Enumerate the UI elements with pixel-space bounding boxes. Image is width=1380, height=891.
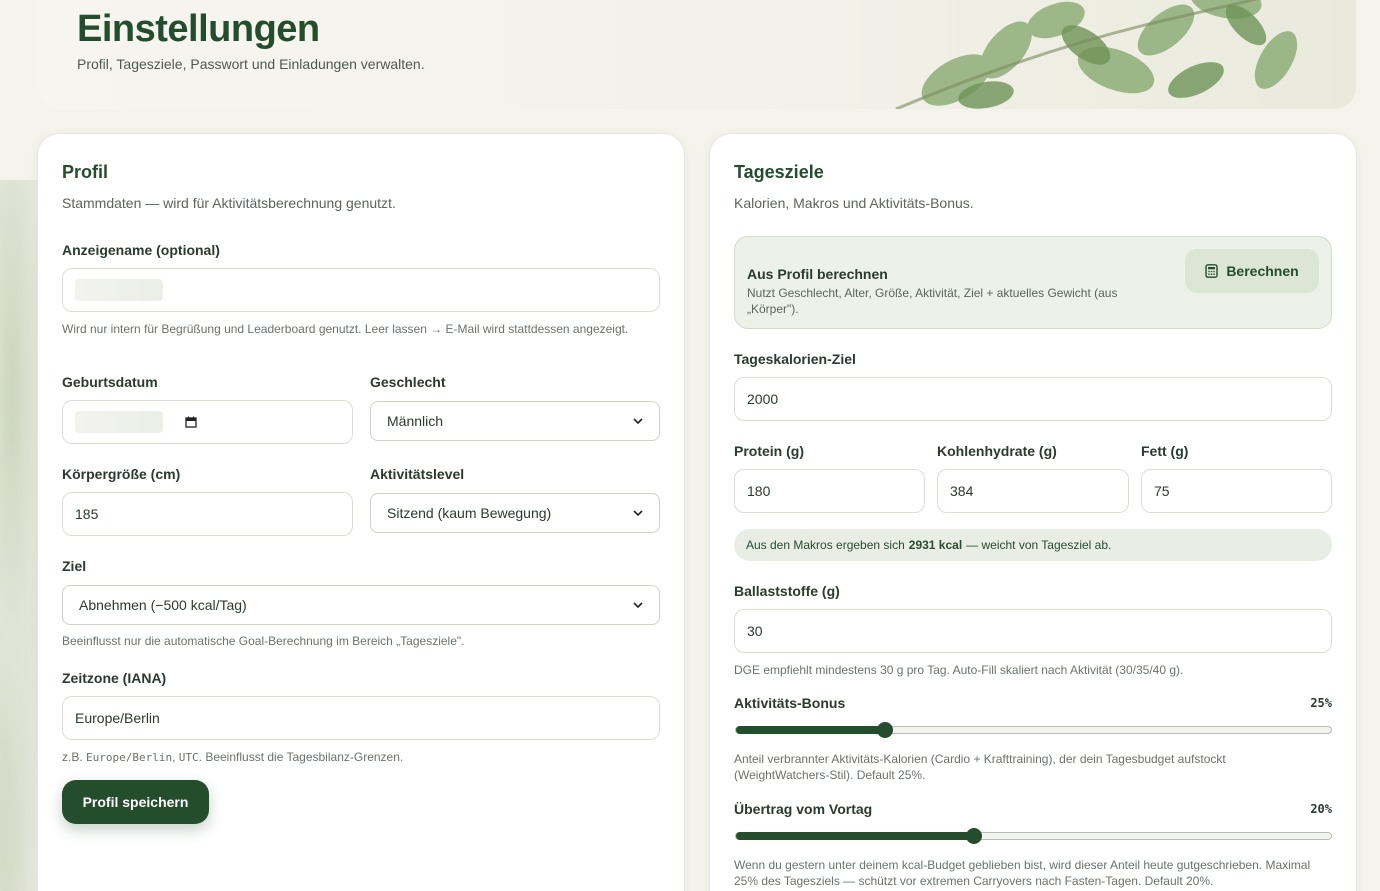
birthdate-label: Geburtsdatum: [62, 374, 158, 390]
display-name-redacted: [75, 279, 163, 301]
activity-bonus-slider[interactable]: [735, 722, 1332, 738]
chevron-down-icon: [633, 602, 643, 609]
activity-bonus-label: Aktivitäts-Bonus: [734, 695, 846, 711]
page-header: Einstellungen Profil, Tagesziele, Passwo…: [38, 0, 1356, 109]
protein-value: 180: [747, 483, 771, 499]
protein-input[interactable]: 180: [734, 469, 925, 513]
fat-input[interactable]: 75: [1141, 469, 1332, 513]
goal-label: Ziel: [62, 558, 87, 574]
display-name-hint: Wird nur intern für Begrüßung und Leader…: [62, 322, 629, 336]
timezone-value: Europe/Berlin: [75, 710, 160, 726]
chevron-down-icon: [633, 418, 643, 425]
goals-title: Tagesziele: [734, 162, 824, 182]
leaves-decoration: [895, 0, 1298, 109]
fiber-hint: DGE empfiehlt mindestens 30 g pro Tag. A…: [734, 663, 1184, 677]
carbs-label: Kohlenhydrate (g): [937, 443, 1057, 459]
profile-title: Profil: [62, 162, 109, 182]
timezone-example-2: UTC: [178, 751, 199, 764]
goal-hint: Beeinflusst nur die automatische Goal-Be…: [62, 634, 465, 648]
activity-bonus-percent: 25%: [1310, 696, 1332, 710]
calculate-button[interactable]: Berechnen: [1185, 249, 1319, 293]
kcal-goal-label: Tageskalorien-Ziel: [734, 351, 856, 367]
kcal-goal-value: 2000: [747, 391, 779, 407]
chevron-down-icon: [633, 510, 643, 517]
goal-value: Abnehmen (−500 kcal/Tag): [79, 597, 247, 613]
kcal-goal-input[interactable]: 2000: [734, 377, 1332, 421]
fat-label: Fett (g): [1141, 443, 1189, 459]
height-value: 185: [75, 506, 99, 522]
timezone-hint-prefix: z.B.: [62, 750, 87, 764]
activity-bonus-thumb[interactable]: [876, 722, 893, 738]
gender-select[interactable]: Männlich: [370, 401, 660, 441]
goals-card: Tagesziele Kalorien, Makros und Aktivitä…: [709, 133, 1357, 891]
gender-label: Geschlecht: [370, 374, 446, 390]
profile-card: Profil Stammdaten — wird für Aktivitätsb…: [37, 133, 685, 891]
timezone-label: Zeitzone (IANA): [62, 670, 167, 686]
height-label: Körpergröße (cm): [62, 466, 181, 482]
gender-value: Männlich: [387, 413, 444, 429]
protein-label: Protein (g): [734, 443, 804, 459]
carbs-value: 384: [950, 483, 974, 499]
carryover-label: Übertrag vom Vortag: [734, 801, 873, 817]
save-profile-button[interactable]: Profil speichern: [62, 780, 209, 824]
timezone-example-1: Europe/Berlin: [86, 751, 173, 764]
macro-note-kcal: 2931 kcal: [908, 538, 963, 552]
calc-subtitle: Nutzt Geschlecht, Alter, Größe, Aktivitä…: [747, 286, 1118, 316]
carryover-percent: 20%: [1310, 802, 1332, 816]
display-name-label: Anzeigename (optional): [62, 242, 220, 258]
timezone-hint-suffix: . Beeinflusst die Tagesbilanz-Grenzen.: [198, 750, 404, 764]
calendar-icon[interactable]: [185, 416, 197, 428]
activity-bonus-fill: [736, 726, 885, 734]
timezone-hint-sep: ,: [172, 750, 179, 764]
macro-note-suffix: — weicht von Tagesziel ab.: [966, 538, 1112, 552]
fiber-value: 30: [747, 623, 763, 639]
macro-note-prefix: Aus den Makros ergeben sich: [746, 538, 905, 552]
activity-bonus-hint: Anteil verbrannter Aktivitäts-Kalorien (…: [734, 752, 1226, 782]
calc-from-profile-box: Aus Profil berechnen Nutzt Geschlecht, A…: [734, 236, 1332, 329]
activity-value: Sitzend (kaum Bewegung): [387, 505, 552, 521]
activity-label: Aktivitätslevel: [370, 466, 465, 482]
carryover-fill: [736, 832, 974, 840]
goals-subtitle: Kalorien, Makros und Aktivitäts-Bonus.: [734, 195, 974, 211]
carryover-slider[interactable]: [735, 828, 1332, 844]
fiber-label: Ballaststoffe (g): [734, 583, 840, 599]
calculator-icon: [1205, 264, 1219, 278]
carryover-thumb[interactable]: [966, 828, 982, 844]
fat-value: 75: [1154, 483, 1170, 499]
calculate-button-label: Berechnen: [1226, 263, 1299, 279]
height-input[interactable]: 185: [62, 492, 353, 536]
fiber-input[interactable]: 30: [734, 609, 1332, 653]
goal-select[interactable]: Abnehmen (−500 kcal/Tag): [62, 585, 660, 625]
birthdate-redacted: [75, 411, 163, 433]
carryover-hint: Wenn du gestern unter deinem kcal-Budget…: [734, 858, 1311, 888]
display-name-input[interactable]: [62, 268, 660, 312]
birthdate-input[interactable]: [62, 400, 353, 444]
activity-select[interactable]: Sitzend (kaum Bewegung): [370, 493, 660, 533]
timezone-hint: z.B. Europe/Berlin, UTC. Beeinflusst die…: [62, 749, 403, 766]
macro-kcal-note: Aus den Makros ergeben sich 2931 kcal — …: [734, 529, 1332, 561]
page-title: Einstellungen: [77, 8, 320, 50]
page-subtitle: Profil, Tagesziele, Passwort und Einladu…: [77, 56, 425, 72]
timezone-input[interactable]: Europe/Berlin: [62, 696, 660, 740]
calc-title: Aus Profil berechnen: [747, 266, 888, 282]
profile-subtitle: Stammdaten — wird für Aktivitätsberechnu…: [62, 195, 396, 211]
carbs-input[interactable]: 384: [937, 469, 1129, 513]
